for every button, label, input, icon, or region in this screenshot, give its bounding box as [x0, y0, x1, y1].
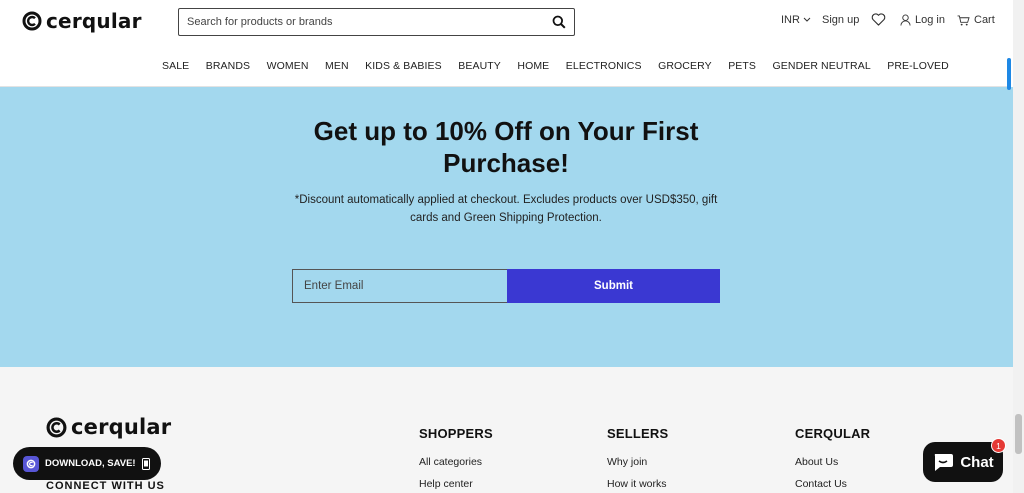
nav-item-men[interactable]: MEN — [325, 60, 349, 72]
logo-icon — [22, 11, 42, 31]
login-link[interactable]: Log in — [900, 14, 945, 26]
banner-title: Get up to 10% Off on Your First Purchase… — [313, 116, 699, 178]
brand-name: cerqular — [46, 9, 142, 33]
newsletter-banner: Get up to 10% Off on Your First Purchase… — [0, 87, 1013, 367]
login-label: Log in — [915, 14, 945, 26]
nav-item-beauty[interactable]: BEAUTY — [458, 60, 501, 72]
site-header: cerqular INR Sign up Log in — [0, 0, 1009, 44]
chat-label: Chat — [960, 453, 994, 471]
nav-item-kids-babies[interactable]: KIDS & BABIES — [365, 60, 442, 72]
cart-label: Cart — [974, 14, 995, 26]
footer-link[interactable]: Contact Us — [795, 477, 870, 493]
column-heading: SELLERS — [607, 426, 669, 441]
app-icon — [23, 455, 39, 472]
scrollbar-thumb[interactable] — [1015, 414, 1022, 454]
footer-column-shoppers: SHOPPERS All categories Help center — [419, 426, 493, 493]
chevron-down-icon — [803, 17, 811, 22]
cart-link[interactable]: Cart — [957, 14, 995, 26]
column-heading: CERQULAR — [795, 426, 871, 441]
chat-unread-badge: 1 — [991, 438, 1006, 453]
currency-label: INR — [781, 14, 800, 26]
signup-link[interactable]: Sign up — [822, 14, 859, 26]
wishlist-button[interactable] — [871, 13, 890, 26]
nav-item-pets[interactable]: PETS — [728, 60, 756, 72]
nav-item-sale[interactable]: SALE — [162, 60, 189, 72]
nav-item-women[interactable]: WOMEN — [267, 60, 309, 72]
nav-item-home[interactable]: HOME — [517, 60, 549, 72]
banner-subtitle: *Discount automatically applied at check… — [294, 194, 718, 224]
search-bar — [178, 8, 575, 36]
brand-logo[interactable]: cerqular — [22, 9, 142, 33]
nav-item-brands[interactable]: BRANDS — [206, 60, 250, 72]
footer-brand-name: cerqular — [71, 415, 172, 439]
download-app-button[interactable]: DOWNLOAD, SAVE! — [13, 447, 161, 480]
search-input[interactable] — [179, 16, 539, 28]
nav-item-electronics[interactable]: ELECTRONICS — [566, 60, 642, 72]
email-field[interactable] — [292, 269, 508, 303]
side-tab-marker[interactable] — [1007, 58, 1011, 90]
footer-link[interactable]: About Us — [795, 455, 870, 477]
nav-item-grocery[interactable]: GROCERY — [658, 60, 712, 72]
nav-item-pre-loved[interactable]: PRE-LOVED — [887, 60, 949, 72]
footer-logo[interactable]: cerqular — [46, 415, 171, 439]
phone-icon — [141, 457, 150, 470]
connect-heading: CONNECT WITH US — [46, 480, 165, 492]
column-heading: SHOPPERS — [419, 426, 493, 441]
chat-bubble-icon — [935, 454, 954, 471]
signup-label: Sign up — [822, 14, 860, 26]
submit-button[interactable]: Submit — [507, 269, 720, 303]
logo-icon — [46, 417, 67, 437]
nav-list: SALE BRANDS WOMEN MEN KIDS & BABIES BEAU… — [162, 60, 965, 72]
category-nav: SALE BRANDS WOMEN MEN KIDS & BABIES BEAU… — [0, 44, 1009, 87]
heart-icon — [871, 13, 886, 26]
currency-selector[interactable]: INR — [781, 14, 815, 26]
footer-column-sellers: SELLERS Why join How it works — [607, 426, 668, 493]
cart-icon — [957, 14, 970, 26]
user-icon — [900, 14, 911, 26]
nav-item-gender-neutral[interactable]: GENDER NEUTRAL — [773, 60, 871, 72]
download-label: DOWNLOAD, SAVE! — [45, 458, 136, 469]
footer-link[interactable]: All categories — [419, 455, 493, 477]
footer-link[interactable]: Help center — [419, 477, 493, 493]
scrollbar[interactable] — [1013, 0, 1024, 493]
footer-link[interactable]: How it works — [607, 477, 668, 493]
footer-column-cerqular: CERQULAR About Us Contact Us — [795, 426, 870, 493]
footer-link[interactable]: Why join — [607, 455, 668, 477]
search-icon[interactable] — [552, 15, 566, 29]
